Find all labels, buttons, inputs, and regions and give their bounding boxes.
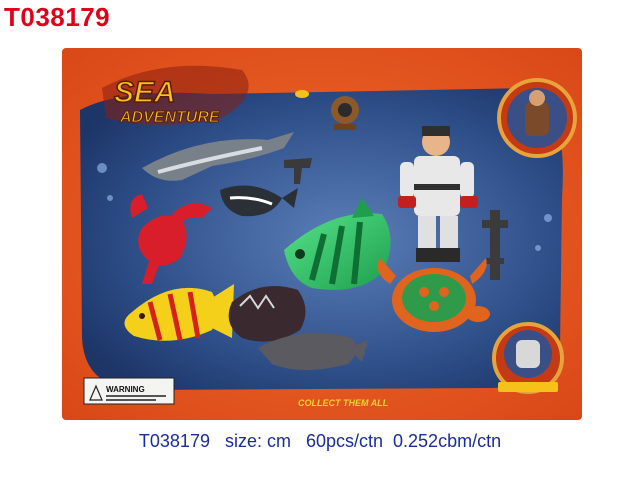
logo-line1: SEA: [114, 76, 176, 109]
character-badge-top: [497, 78, 577, 158]
warning-text: WARNING: [106, 385, 145, 394]
product-caption: T038179 size: cm 60pcs/ctn 0.252cbm/ctn: [138, 431, 502, 451]
character-badge-bottom: [492, 322, 564, 394]
logo-line2: ADVENTURE: [119, 109, 221, 126]
warning-label: WARNING: [83, 377, 175, 405]
product-photo: SEA ADVENTURE WARNING COLLECT THEM ALL: [62, 48, 582, 420]
slogan-text: COLLECT THEM ALL: [298, 398, 388, 408]
product-code: T038179: [4, 2, 111, 32]
diving-helmet: [331, 96, 359, 130]
